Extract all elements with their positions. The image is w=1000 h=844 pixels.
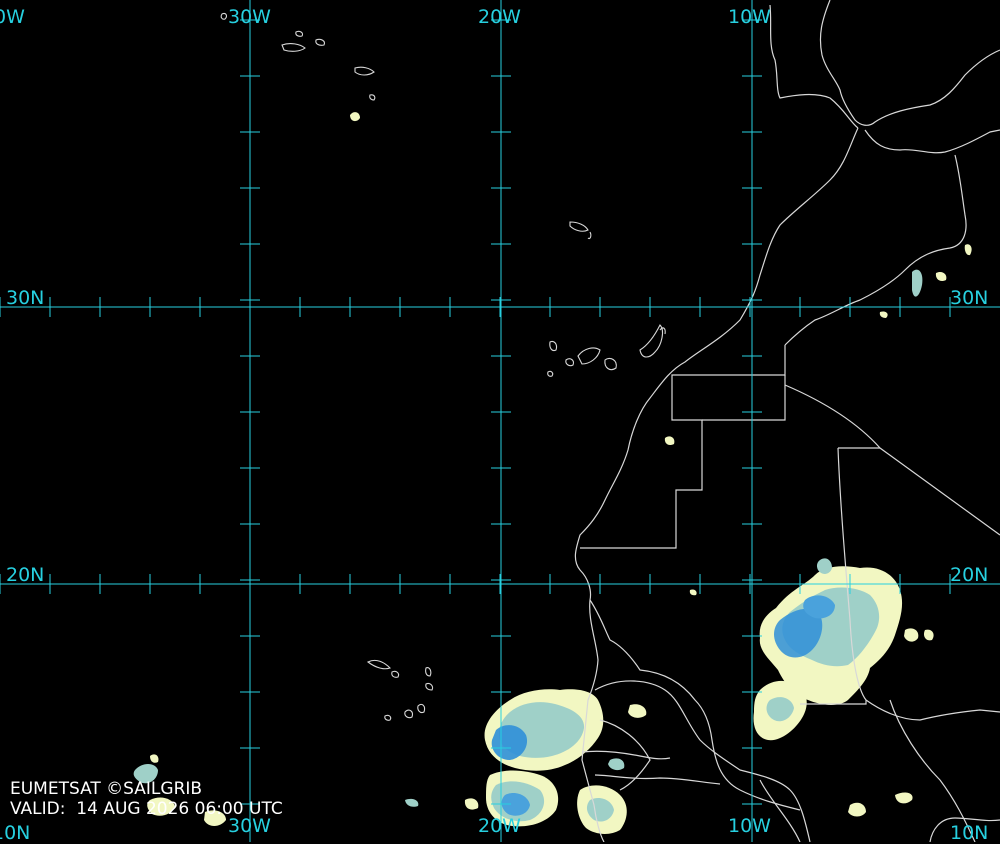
- satellite-map: [0, 0, 1000, 842]
- lat-label-right-30n: 30N: [950, 287, 989, 309]
- lat-label-left-30n: 30N: [6, 287, 45, 309]
- valid-time: VALID: 14 AUG 2026 06:00 UTC: [10, 799, 283, 819]
- lon-label-top-20w: 20W: [478, 6, 521, 28]
- source-credit: EUMETSAT ©SAILGRIB: [10, 779, 203, 799]
- lon-label-bottom-30w: 30W: [228, 815, 271, 837]
- lon-label-bottom-10n-left: 10N: [0, 822, 31, 844]
- lon-label-bottom-10w: 10W: [728, 815, 771, 837]
- lat-label-right-20n: 20N: [950, 564, 989, 586]
- lon-label-bottom-20w: 20W: [478, 815, 521, 837]
- lon-label-top-30w: 30W: [228, 6, 271, 28]
- lon-label-top-0: 0W: [0, 6, 25, 28]
- lon-label-bottom-10n-right: 10N: [950, 822, 989, 844]
- lon-label-top-10w: 10W: [728, 6, 771, 28]
- lat-label-left-20n: 20N: [6, 564, 45, 586]
